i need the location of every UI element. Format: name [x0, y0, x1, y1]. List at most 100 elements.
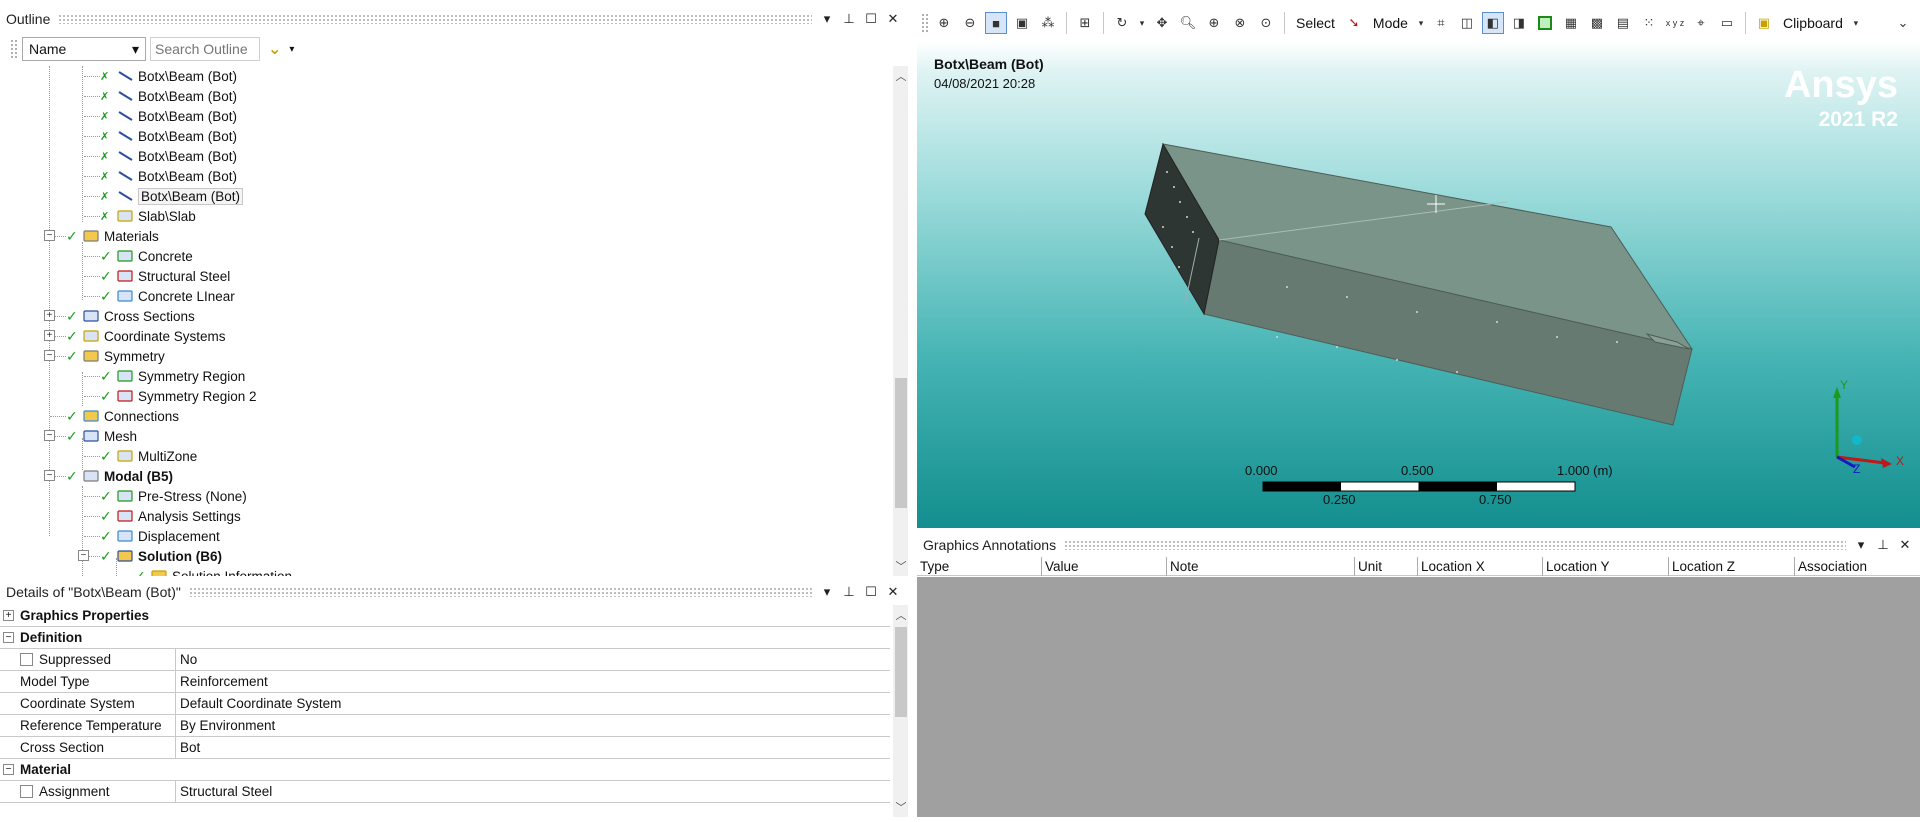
row-model-type[interactable]: Model Type Reinforcement: [0, 670, 890, 693]
tree-node[interactable]: ✓ Materials: [66, 226, 159, 246]
mode-dropdown-icon[interactable]: ▾: [1416, 12, 1426, 34]
collapse-icon[interactable]: −: [44, 230, 55, 241]
select-edge-icon[interactable]: ◫: [1456, 12, 1478, 34]
column-header[interactable]: Note: [1167, 557, 1355, 576]
tree-node[interactable]: ✗ Botx\Beam (Bot): [100, 186, 244, 206]
details-scrollbar[interactable]: ︿ ﹀: [893, 605, 909, 817]
column-header[interactable]: Type: [917, 557, 1042, 576]
tree-node[interactable]: ✓ Concrete LInear: [100, 286, 235, 306]
drag-grip[interactable]: [1064, 540, 1846, 550]
collapse-icon[interactable]: −: [44, 350, 55, 361]
select-mesh-icon[interactable]: ⁙: [1638, 12, 1660, 34]
extend-adjacent-icon[interactable]: [1534, 12, 1556, 34]
tree-node[interactable]: ✓ Solution Information: [134, 566, 292, 576]
maximize-icon[interactable]: ☐: [864, 584, 878, 600]
tree-node[interactable]: ✓ Connections: [66, 406, 179, 426]
tree-node[interactable]: ✗ Slab\Slab: [100, 206, 196, 226]
tree-node[interactable]: ✓ Cross Sections: [66, 306, 195, 326]
row-reference-temperature[interactable]: Reference Temperature By Environment: [0, 714, 890, 737]
row-assignment[interactable]: Assignment Structural Steel: [0, 780, 890, 803]
pane-splitter[interactable]: [908, 0, 917, 822]
show-vertices-icon[interactable]: ⁂: [1037, 12, 1059, 34]
pin-icon[interactable]: ⊥: [842, 584, 856, 600]
select-cursor-icon[interactable]: ➘: [1343, 12, 1365, 34]
suppressed-checkbox[interactable]: [20, 653, 33, 666]
row-cross-section[interactable]: Cross Section Bot: [0, 736, 890, 759]
outline-scrollbar[interactable]: ︿ ﹀: [893, 66, 909, 576]
tree-node[interactable]: ✓ MultiZone: [100, 446, 197, 466]
pin-icon[interactable]: ⊥: [1876, 537, 1890, 553]
annotations-list[interactable]: [917, 577, 1920, 817]
tree-node[interactable]: ✗ Botx\Beam (Bot): [100, 166, 237, 186]
group-material[interactable]: − Material: [0, 759, 890, 781]
shaded-exterior-icon[interactable]: ■: [985, 12, 1007, 34]
collapse-icon[interactable]: −: [78, 550, 89, 561]
tree-node[interactable]: ✓ Displacement: [100, 526, 220, 546]
tree-node[interactable]: ✓ Pre-Stress (None): [100, 486, 247, 506]
group-definition[interactable]: − Definition: [0, 627, 890, 649]
wireframe-icon[interactable]: ▣: [1011, 12, 1033, 34]
maximize-icon[interactable]: ☐: [864, 11, 878, 27]
tree-node[interactable]: ✓ Modal (B5): [66, 466, 173, 486]
graphics-viewport[interactable]: Botx\Beam (Bot) 04/08/2021 20:28 Ansys 2…: [917, 42, 1920, 528]
clipboard-icon[interactable]: ▣: [1753, 12, 1775, 34]
tree-node[interactable]: ✓ Symmetry: [66, 346, 165, 366]
select-vertex-icon[interactable]: ⌗: [1430, 12, 1452, 34]
tree-node[interactable]: ✓ Coordinate Systems: [66, 326, 226, 346]
column-header[interactable]: Location Z: [1669, 557, 1795, 576]
pan-icon[interactable]: ✥: [1151, 12, 1173, 34]
zoom-icon[interactable]: 🔍︎: [1177, 12, 1199, 34]
rotate-icon[interactable]: ↻: [1111, 12, 1133, 34]
extend-part-icon[interactable]: ▤: [1612, 12, 1634, 34]
zoom-to-fit-icon[interactable]: ⊗: [1229, 12, 1251, 34]
row-value[interactable]: Bot: [176, 740, 200, 755]
row-value[interactable]: By Environment: [176, 718, 275, 733]
expand-icon[interactable]: +: [44, 330, 55, 341]
row-value[interactable]: Structural Steel: [176, 784, 272, 799]
scroll-down-icon[interactable]: ﹀: [893, 558, 909, 574]
row-value[interactable]: Default Coordinate System: [176, 696, 341, 711]
tree-node[interactable]: ✓ Mesh: [66, 426, 137, 446]
expand-icon[interactable]: +: [44, 310, 55, 321]
extend-instances-icon[interactable]: ▩: [1586, 12, 1608, 34]
tree-node[interactable]: ✓ Structural Steel: [100, 266, 230, 286]
column-header[interactable]: Unit: [1355, 557, 1418, 576]
outline-scroll-thumb[interactable]: [895, 378, 907, 508]
hit-point-icon[interactable]: ⌖: [1690, 12, 1712, 34]
assignment-checkbox[interactable]: [20, 785, 33, 798]
close-icon[interactable]: ✕: [886, 11, 900, 27]
toolbar-grip[interactable]: [10, 39, 18, 59]
pane-menu-icon[interactable]: ▾: [820, 584, 834, 600]
toolbar-overflow-icon[interactable]: ⌄: [1892, 12, 1914, 34]
select-body-icon[interactable]: ◨: [1508, 12, 1530, 34]
clipboard-dropdown-icon[interactable]: ▾: [1851, 12, 1861, 34]
drag-grip[interactable]: [58, 14, 812, 24]
tree-node[interactable]: ✗ Botx\Beam (Bot): [100, 146, 237, 166]
column-header[interactable]: Value: [1042, 557, 1167, 576]
scroll-up-icon[interactable]: ︿: [893, 68, 909, 84]
collapse-icon[interactable]: −: [3, 632, 14, 643]
tree-node[interactable]: ✓ Symmetry Region: [100, 366, 245, 386]
tree-node[interactable]: ✓ Concrete: [100, 246, 193, 266]
tree-node[interactable]: ✓ Analysis Settings: [100, 506, 241, 526]
tree-node[interactable]: ✓ Solution (B6): [100, 546, 222, 566]
toolbar-grip[interactable]: [921, 13, 929, 33]
tree-node[interactable]: ✓ Symmetry Region 2: [100, 386, 257, 406]
pane-menu-icon[interactable]: ▾: [820, 11, 834, 27]
tree-node[interactable]: ✗ Botx\Beam (Bot): [100, 66, 237, 86]
box-zoom-icon[interactable]: ⊕: [1203, 12, 1225, 34]
drag-grip[interactable]: [188, 587, 812, 597]
coordinate-readout-icon[interactable]: x y z: [1664, 12, 1686, 34]
close-icon[interactable]: ✕: [1898, 537, 1912, 553]
mode-dropdown[interactable]: Mode: [1369, 15, 1412, 31]
dropdown-arrow-icon[interactable]: ▾: [289, 44, 294, 55]
extend-limits-icon[interactable]: ▦: [1560, 12, 1582, 34]
select-face-icon[interactable]: ◧: [1481, 12, 1504, 34]
pane-menu-icon[interactable]: ▾: [1854, 537, 1868, 553]
search-outline-input[interactable]: [150, 37, 260, 61]
zoom-in-icon[interactable]: ⊕: [933, 12, 955, 34]
group-graphics-properties[interactable]: + Graphics Properties: [0, 605, 890, 627]
tree-node[interactable]: ✗ Botx\Beam (Bot): [100, 86, 237, 106]
filter-chevron-icon[interactable]: ⌄: [264, 39, 285, 59]
column-header[interactable]: Association: [1795, 557, 1920, 576]
